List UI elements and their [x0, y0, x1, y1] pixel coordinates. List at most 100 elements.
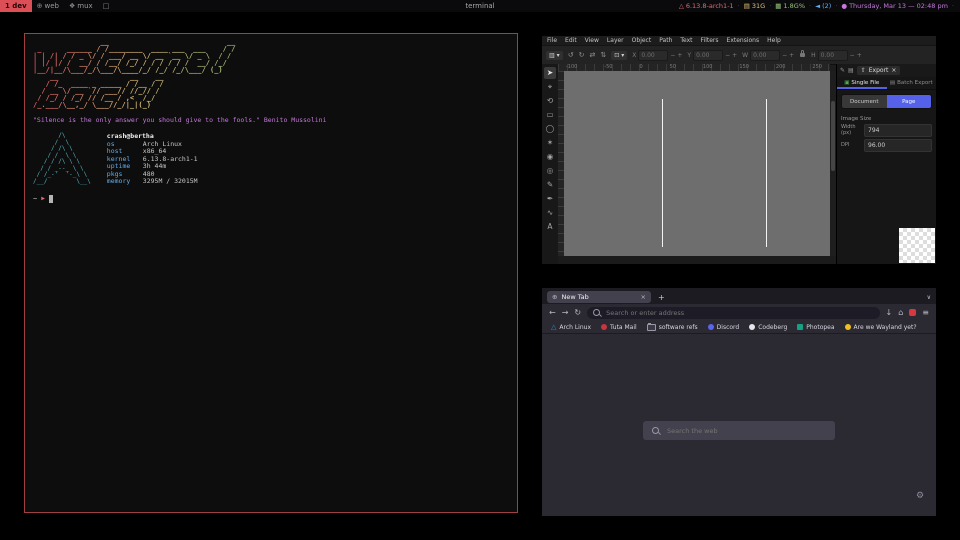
inkscape-canvas[interactable]	[564, 71, 830, 256]
text-tool-icon[interactable]: A	[544, 221, 556, 233]
export-area-buttons: Document Page	[841, 94, 932, 109]
x-coordinate-field[interactable]: X 0.00 −+	[632, 50, 682, 61]
globe-icon: ⊕	[552, 293, 557, 301]
navigation-bar: ← → ↻ ↓ ⌂ ≡	[542, 304, 936, 321]
focused-window-title: terminal	[0, 2, 960, 10]
shell-prompt[interactable]: ~ ▶	[33, 195, 509, 203]
discord-icon	[708, 324, 714, 330]
list-tabs-chevron-icon[interactable]: ∨	[927, 294, 931, 301]
ublock-extension-icon[interactable]	[909, 309, 916, 316]
bookmarks-bar: △ Arch Linux Tuta Mail software refs Dis…	[542, 321, 936, 334]
gear-icon[interactable]: ⚙	[916, 491, 924, 501]
browser-window[interactable]: ⊕ New Tab × + ∨ ← → ↻ ↓ ⌂ ≡ △ Arch Linux	[542, 288, 936, 516]
export-preview	[899, 228, 935, 263]
vertical-guide[interactable]	[662, 99, 663, 247]
active-tab[interactable]: ⊕ New Tab ×	[547, 291, 651, 303]
flip-vertical-icon[interactable]: ⇅	[600, 51, 606, 59]
bookmark-software-refs-folder[interactable]: software refs	[647, 324, 698, 331]
bookmark-are-we-wayland-yet[interactable]: Are we Wayland yet?	[845, 324, 917, 331]
selector-tool-icon[interactable]: ➤	[544, 67, 556, 79]
quote-line: "Silence is the only answer you should g…	[33, 116, 509, 124]
bbox-icon: ⊡	[614, 52, 619, 59]
bookmark-codeberg[interactable]: Codeberg	[749, 324, 787, 331]
height-field[interactable]: H 0.00 −+	[811, 50, 862, 61]
menu-file[interactable]: File	[547, 37, 557, 44]
inkscape-window[interactable]: File Edit View Layer Object Path Text Fi…	[542, 36, 936, 264]
bbox-type-dropdown[interactable]: ⊡ ▾	[611, 51, 627, 60]
shape-builder-tool-icon[interactable]: ⟲	[544, 95, 556, 107]
horizontal-ruler: -100-50 050 100150 200250	[558, 64, 830, 71]
spiral-tool-icon[interactable]: ◎	[544, 165, 556, 177]
menu-view[interactable]: View	[585, 37, 599, 44]
y-coordinate-field[interactable]: Y 0.00 −+	[687, 50, 737, 61]
export-panel: ✎ ▤ ⇧ Export × ▣ Single File ▤ Batch Exp…	[836, 64, 936, 264]
pencil-dock-icon[interactable]: ✎	[840, 67, 845, 74]
fetch-row: memory3295M / 32015M	[107, 178, 198, 186]
bookmark-tuta-mail[interactable]: Tuta Mail	[601, 324, 637, 331]
calligraphy-tool-icon[interactable]: ∿	[544, 207, 556, 219]
downloads-icon[interactable]: ↓	[886, 308, 893, 317]
node-tool-icon[interactable]: ⌖	[544, 81, 556, 93]
document-button[interactable]: Document	[842, 95, 887, 108]
wayland-icon	[845, 324, 851, 330]
bookmark-photopea[interactable]: Photopea	[797, 324, 834, 331]
flip-horizontal-icon[interactable]: ⇄	[589, 51, 595, 59]
arch-logo-ascii: /\ / \ / /\ \ / / \ \ / / /\ \ \ / / _--…	[33, 133, 91, 186]
reload-button[interactable]: ↻	[574, 308, 581, 317]
menu-icon[interactable]: ≡	[922, 308, 929, 317]
menu-filters[interactable]: Filters	[701, 37, 719, 44]
photopea-icon	[797, 324, 803, 330]
bookmark-arch-linux[interactable]: △ Arch Linux	[551, 324, 591, 331]
close-tab-icon[interactable]: ×	[641, 293, 646, 301]
rotate-cw-icon[interactable]: ↻	[579, 51, 585, 59]
forward-button[interactable]: →	[562, 308, 569, 317]
star-tool-icon[interactable]: ✶	[544, 137, 556, 149]
system-info: crash@bertha osArch Linux hostx86_64 ker…	[107, 133, 198, 186]
selection-mode-dropdown[interactable]: ▥ ▾	[546, 51, 563, 60]
gradient-tool-icon[interactable]: ◉	[544, 151, 556, 163]
menu-help[interactable]: Help	[767, 37, 781, 44]
menu-path[interactable]: Path	[659, 37, 672, 44]
menu-text[interactable]: Text	[680, 37, 692, 44]
batch-export-icon: ▤	[890, 80, 895, 86]
lock-ratio-icon[interactable]	[800, 53, 805, 57]
export-dpi-input[interactable]	[864, 139, 932, 152]
new-tab-button[interactable]: +	[658, 293, 665, 302]
url-input[interactable]	[604, 308, 873, 318]
newtab-search-box[interactable]	[643, 421, 835, 440]
url-bar[interactable]	[587, 307, 879, 319]
terminal-window[interactable]: __ __ _ ______ / /________ ____ ___ ___ …	[24, 33, 518, 513]
export-icon: ⇧	[861, 67, 866, 74]
menu-extensions[interactable]: Extensions	[727, 37, 760, 44]
back-button[interactable]: ←	[549, 308, 556, 317]
canvas-horizontal-scrollbar[interactable]	[558, 256, 836, 264]
home-icon[interactable]: ⌂	[898, 308, 903, 317]
vertical-guide[interactable]	[766, 99, 767, 247]
tab-single-file[interactable]: ▣ Single File	[837, 77, 887, 89]
pen-tool-icon[interactable]: ✒	[544, 193, 556, 205]
export-width-input[interactable]	[864, 124, 932, 137]
pencil-tool-icon[interactable]: ✎	[544, 179, 556, 191]
toolbox: ➤ ⌖ ⟲ ▭ ◯ ✶ ◉ ◎ ✎ ✒ ∿ A	[542, 64, 558, 264]
width-field[interactable]: W 0.00 −+	[742, 50, 794, 61]
search-icon	[652, 427, 659, 434]
menu-layer[interactable]: Layer	[607, 37, 624, 44]
tab-batch-export[interactable]: ▤ Batch Export	[887, 77, 937, 89]
menu-object[interactable]: Object	[632, 37, 652, 44]
page-button[interactable]: Page	[887, 95, 932, 108]
ellipse-tool-icon[interactable]: ◯	[544, 123, 556, 135]
rotate-ccw-icon[interactable]: ↺	[568, 51, 574, 59]
menu-edit[interactable]: Edit	[565, 37, 577, 44]
welcome-ascii-art: __ __ _ ______ / /________ ____ ___ ___ …	[33, 39, 509, 109]
dock-tab-bar: ✎ ▤ ⇧ Export ×	[837, 64, 936, 77]
bookmark-discord[interactable]: Discord	[708, 324, 740, 331]
width-row: Width (px)	[841, 124, 932, 137]
rectangle-tool-icon[interactable]: ▭	[544, 109, 556, 121]
newtab-search-input[interactable]	[665, 426, 826, 436]
folder-icon	[647, 324, 656, 331]
inkscape-menubar: File Edit View Layer Object Path Text Fi…	[542, 36, 936, 45]
export-dock-tab[interactable]: ⇧ Export ×	[857, 66, 901, 75]
close-icon[interactable]: ×	[891, 67, 896, 74]
layers-dock-icon[interactable]: ▤	[848, 67, 854, 74]
arch-icon: △	[551, 324, 556, 330]
